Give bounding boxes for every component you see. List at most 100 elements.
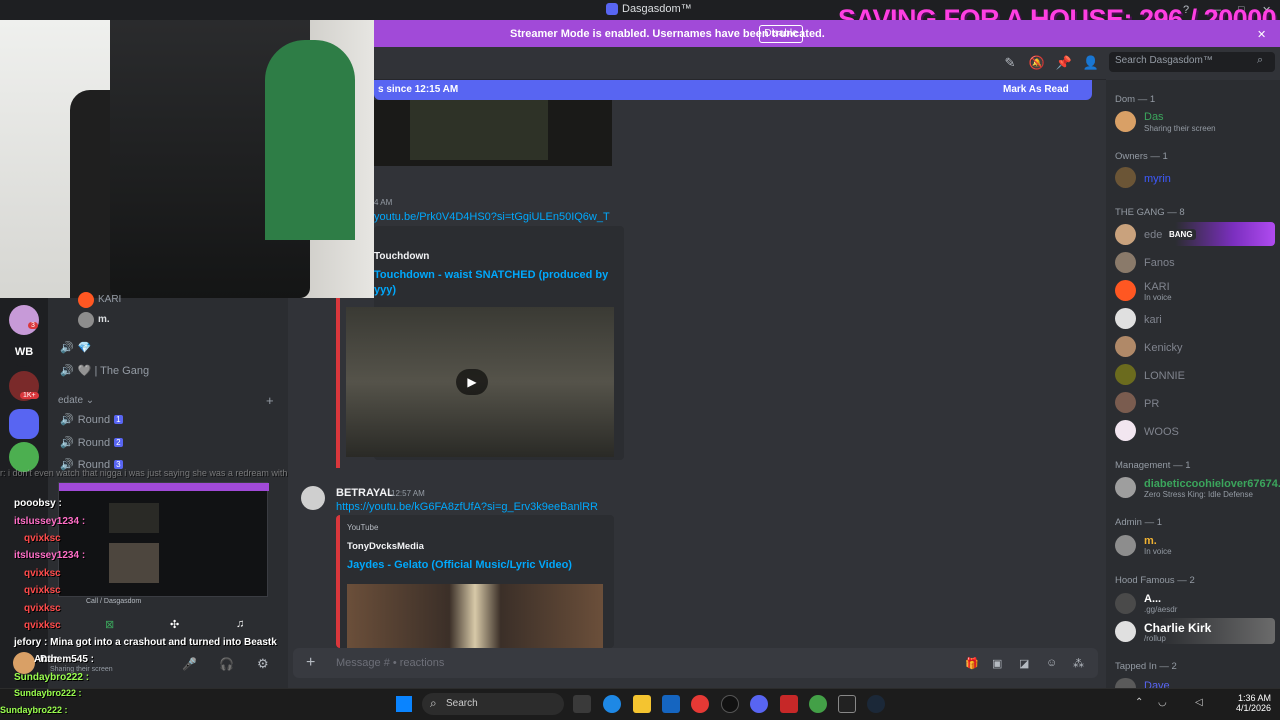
screen-share-icon[interactable]: ⊠ (105, 618, 114, 631)
avatar[interactable] (1115, 535, 1136, 556)
notifications-muted-icon[interactable]: 🔕 (1028, 54, 1046, 72)
video-embed-player[interactable]: ▶ (346, 307, 614, 457)
pin-icon[interactable]: 📌 (1055, 54, 1073, 72)
volume-icon[interactable]: ◁ (1195, 697, 1203, 708)
discord-icon[interactable] (750, 695, 768, 713)
emoji-icon[interactable]: ☺ (1046, 657, 1057, 669)
voice-user-name[interactable]: KARI (98, 294, 121, 304)
play-icon[interactable]: ▶ (456, 369, 488, 395)
embed-author[interactable]: TonyDvcksMedia (347, 541, 424, 552)
store-icon[interactable] (662, 695, 680, 713)
banner-close-icon[interactable]: ✕ (1257, 28, 1266, 41)
folder-icon[interactable] (9, 409, 39, 439)
member-name[interactable]: kari (1144, 314, 1162, 326)
browser-icon[interactable] (809, 695, 827, 713)
member-name[interactable]: m. (1144, 535, 1157, 547)
embed-title[interactable]: Touchdown - waist SNATCHED (produced by (374, 269, 608, 281)
embed-author[interactable]: Touchdown (374, 251, 429, 262)
member-name[interactable]: LONNIE (1144, 370, 1185, 382)
avatar[interactable] (1115, 392, 1136, 413)
voice-user-avatar[interactable] (78, 312, 94, 328)
member-name[interactable]: WOOS (1144, 426, 1179, 438)
avatar[interactable] (1115, 477, 1136, 498)
video-embed-thumbnail[interactable] (374, 100, 612, 166)
avatar[interactable] (1115, 111, 1136, 132)
avatar[interactable] (1115, 308, 1136, 329)
voice-channel[interactable]: 🔊 Round 1 (60, 413, 123, 426)
gift-icon[interactable]: 🎁 (965, 657, 979, 670)
obs-icon[interactable] (721, 695, 739, 713)
member-name[interactable]: ede (1144, 229, 1162, 241)
headset-icon[interactable]: 🎧 (219, 657, 234, 671)
task-view-icon[interactable] (573, 695, 591, 713)
file-explorer-icon[interactable] (633, 695, 651, 713)
voice-channel[interactable]: 🔊 🩶 | The Gang (60, 364, 149, 377)
settings-gear-icon[interactable]: ⚙ (257, 656, 269, 672)
member-name[interactable]: myrin (1144, 173, 1171, 185)
avatar[interactable] (1115, 252, 1136, 273)
member-name[interactable]: Charlie Kirk (1144, 621, 1211, 635)
avatar[interactable] (301, 486, 325, 510)
member-name[interactable]: KARI (1144, 281, 1170, 293)
chat-line: pooobsy : (14, 498, 62, 509)
server-icon[interactable]: WB (9, 337, 39, 367)
voice-user-name[interactable]: m. (98, 314, 110, 325)
sticker-icon[interactable]: ◪ (1019, 657, 1029, 670)
chat-line: jefory : Mina got into a crashout and tu… (14, 637, 277, 648)
server-icon[interactable] (9, 305, 39, 335)
avatar[interactable] (1115, 364, 1136, 385)
member-name[interactable]: Kenicky (1144, 342, 1183, 354)
steam-icon[interactable] (867, 695, 885, 713)
windows-start-icon[interactable] (396, 696, 412, 712)
member-name[interactable]: Fanos (1144, 257, 1175, 269)
threads-icon[interactable]: ✎ (1001, 54, 1019, 72)
wifi-icon[interactable]: ◡ (1158, 697, 1167, 708)
search-input[interactable]: Search Dasgasdom™ (1109, 52, 1275, 72)
taskbar-clock[interactable]: 1:36 AM 4/1/2026 (1236, 693, 1271, 713)
app-icon[interactable] (780, 695, 798, 713)
stream-preview-banner (59, 483, 269, 491)
add-attachment-icon[interactable]: + (306, 654, 315, 672)
message-author[interactable]: BETRAYAL (336, 487, 394, 499)
chrome-icon[interactable] (691, 695, 709, 713)
avatar[interactable] (1115, 224, 1136, 245)
voice-channel[interactable]: 🔊 💎 (60, 341, 91, 354)
embed-title[interactable]: Jaydes - Gelato (Official Music/Lyric Vi… (347, 559, 572, 571)
avatar[interactable] (1115, 420, 1136, 441)
member-name[interactable]: diabeticcoohielover67674... (1144, 478, 1280, 490)
avatar[interactable] (1115, 336, 1136, 357)
member-name[interactable]: Dave (1144, 680, 1170, 688)
new-messages-bar[interactable] (374, 80, 1092, 100)
window-title: Dasgasdom™ (606, 3, 692, 15)
voice-user-avatar[interactable] (78, 292, 94, 308)
member-name[interactable]: Das (1144, 111, 1164, 123)
avatar[interactable] (1115, 593, 1136, 614)
chat-line: itslussey1234 : (14, 550, 86, 561)
gif-icon[interactable]: ▣ (992, 657, 1002, 670)
message-link[interactable]: youtu.be/Prk0V4D4HS0?si=tGgiULEn50IQ6w_T (374, 211, 610, 223)
member-name[interactable]: A... (1144, 593, 1161, 605)
disable-streamer-mode-button[interactable]: Disable (759, 25, 803, 43)
user-avatar[interactable] (13, 652, 35, 674)
mark-as-read-button[interactable]: Mark As Read (1003, 84, 1069, 95)
microphone-icon[interactable]: 🎤 (182, 657, 197, 671)
apps-icon[interactable]: ⁂ (1073, 657, 1084, 670)
member-name[interactable]: PR (1144, 398, 1159, 410)
avatar[interactable] (1115, 167, 1136, 188)
tray-chevron-icon[interactable]: ⌃ (1135, 697, 1143, 708)
voice-channel[interactable]: 🔊 Round 2 (60, 436, 123, 449)
avatar[interactable] (1115, 621, 1136, 642)
taskbar-search[interactable]: ⌕ Search (422, 693, 564, 715)
member-list-icon[interactable]: 👤 (1082, 54, 1100, 72)
video-embed-player[interactable] (347, 584, 603, 648)
add-channel-icon[interactable]: + (266, 393, 274, 408)
embed-title-cont[interactable]: yyy) (374, 284, 396, 296)
edge-icon[interactable] (603, 695, 621, 713)
epic-games-icon[interactable] (838, 695, 856, 713)
activity-icon[interactable]: ✣ (170, 618, 179, 631)
category-header[interactable]: edate ⌄ (58, 395, 94, 406)
avatar[interactable] (1115, 280, 1136, 301)
stream-preview[interactable] (58, 482, 269, 597)
soundboard-icon[interactable]: ♫ (236, 618, 244, 630)
message-link[interactable]: https://youtu.be/kG6FA8zfUfA?si=g_Erv3k9… (336, 501, 598, 513)
